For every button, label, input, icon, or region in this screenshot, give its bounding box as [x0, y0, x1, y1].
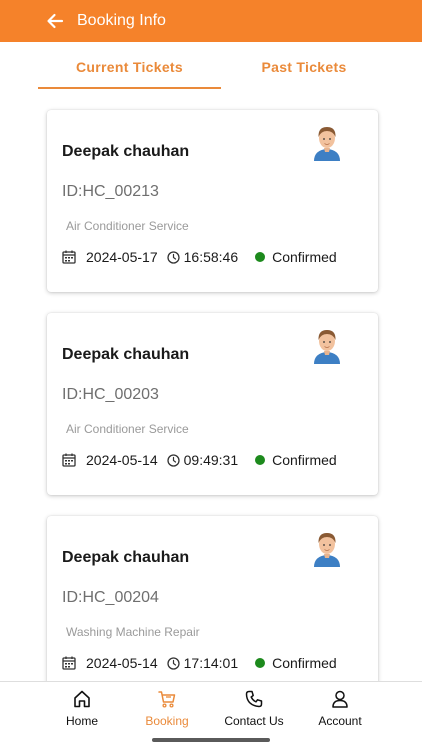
customer-name: Deepak chauhan [62, 143, 190, 160]
service-name: Air Conditioner Service [66, 422, 189, 436]
ticket-time: 17:14:01 [183, 655, 239, 671]
ticket-list[interactable]: Deepak chauhan ID:HC_00213 Air Condition… [0, 92, 422, 681]
ticket-time: 16:58:46 [183, 249, 239, 265]
clock-icon [166, 656, 180, 670]
avatar [314, 127, 340, 161]
customer-name: Deepak chauhan [62, 549, 190, 566]
service-name: Washing Machine Repair [66, 625, 200, 639]
ticket-card[interactable]: Deepak chauhan ID:HC_00204 Washing Machi… [47, 516, 378, 681]
nav-account[interactable]: Account [295, 689, 385, 733]
status-dot [255, 455, 266, 465]
cart-icon [158, 691, 176, 708]
user-icon [332, 690, 348, 708]
app-bar: Booking Info [0, 0, 422, 42]
nav-home-label: Home [65, 714, 98, 728]
nav-booking[interactable]: Booking [122, 689, 212, 733]
ticket-tabs: Current Tickets Past Tickets [0, 42, 422, 92]
customer-name: Deepak chauhan [62, 346, 190, 363]
ticket-date: 2024-05-17 [86, 249, 158, 265]
avatar [314, 533, 340, 567]
home-icon [74, 690, 90, 708]
calendar-icon [62, 656, 76, 670]
clock-icon [166, 250, 180, 264]
service-name: Air Conditioner Service [66, 219, 189, 233]
active-tab-indicator [38, 87, 221, 89]
nav-account-label: Account [318, 714, 362, 728]
ticket-card[interactable]: Deepak chauhan ID:HC_00203 Air Condition… [47, 313, 378, 495]
status-dot [255, 658, 266, 668]
ticket-meta-row: 2024-05-14 17:14:01 Confirmed [62, 654, 337, 672]
ticket-date: 2024-05-14 [86, 655, 158, 671]
nav-contact-us-label: Contact Us [224, 714, 284, 728]
ticket-meta-row: 2024-05-14 09:49:31 Confirmed [62, 451, 337, 469]
back-button[interactable] [40, 6, 70, 36]
ticket-id: ID:HC_00204 [62, 589, 159, 606]
ticket-time: 09:49:31 [183, 452, 239, 468]
ticket-status: Confirmed [272, 249, 337, 265]
calendar-icon [62, 453, 76, 467]
avatar [314, 330, 340, 364]
page-title: Booking Info [77, 12, 166, 29]
ticket-meta-row: 2024-05-17 16:58:46 Confirmed [62, 248, 337, 266]
home-indicator[interactable] [152, 738, 270, 742]
ticket-date: 2024-05-14 [86, 452, 158, 468]
ticket-status: Confirmed [272, 452, 337, 468]
tab-current-tickets[interactable]: Current Tickets [38, 42, 221, 92]
phone-icon [245, 690, 263, 708]
arrow-left-icon [47, 13, 64, 29]
tab-past-tickets[interactable]: Past Tickets [221, 42, 387, 92]
status-dot [255, 252, 266, 262]
ticket-id: ID:HC_00213 [62, 183, 159, 200]
nav-home[interactable]: Home [37, 689, 127, 733]
nav-booking-label: Booking [145, 714, 189, 728]
calendar-icon [62, 250, 76, 264]
ticket-status: Confirmed [272, 655, 337, 671]
ticket-id: ID:HC_00203 [62, 386, 159, 403]
clock-icon [166, 453, 180, 467]
ticket-card[interactable]: Deepak chauhan ID:HC_00213 Air Condition… [47, 110, 378, 292]
nav-contact-us[interactable]: Contact Us [209, 689, 299, 733]
